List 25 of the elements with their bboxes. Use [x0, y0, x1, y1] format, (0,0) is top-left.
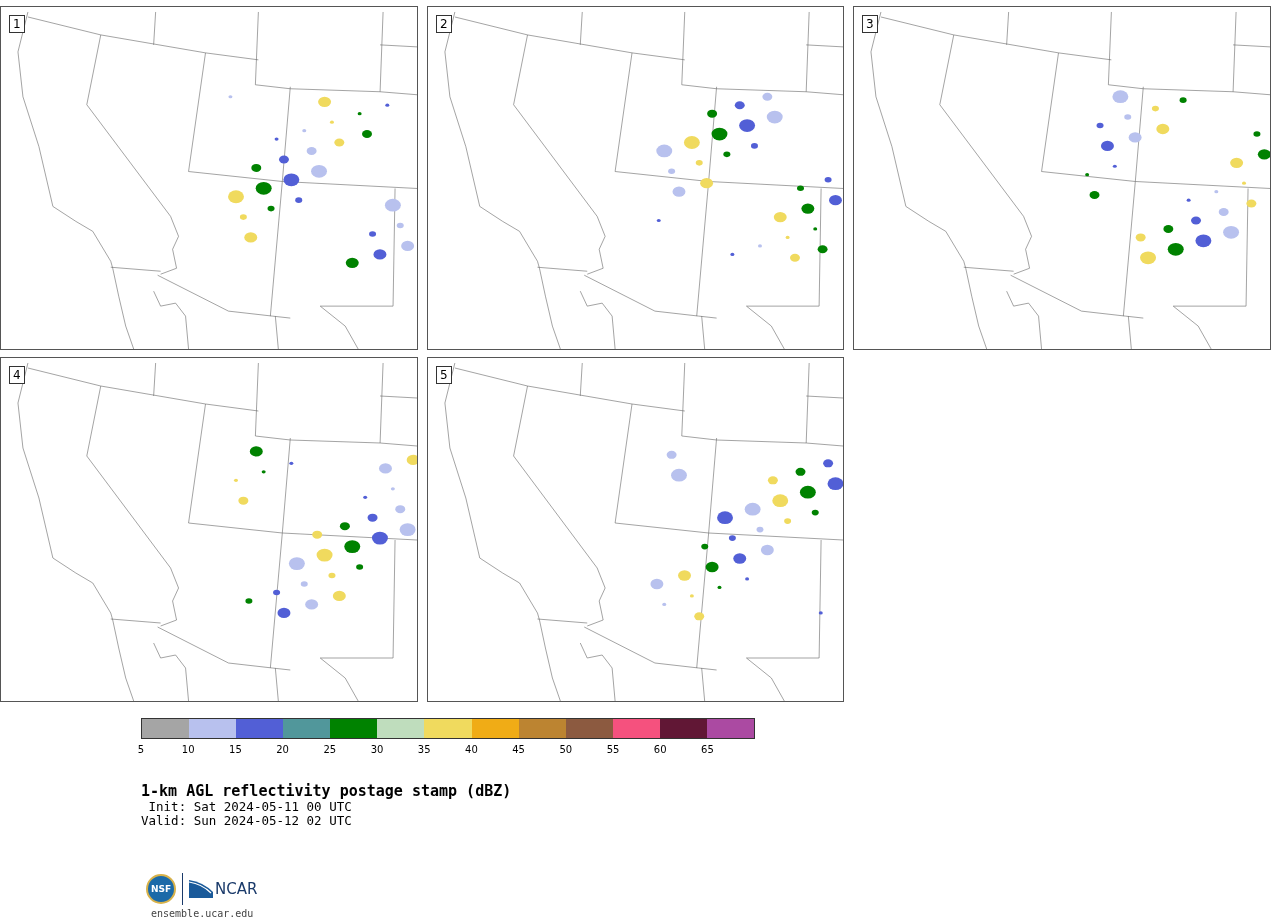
tick-label: 20 [276, 744, 289, 755]
panel-number: 4 [9, 366, 25, 384]
panel-number: 5 [436, 366, 452, 384]
tick-label: 5 [137, 744, 145, 755]
init-time: Init: Sat 2024-05-11 00 UTC [147, 800, 353, 814]
panel-number: 3 [862, 15, 878, 33]
ncar-logo: NCAR [215, 880, 258, 898]
website-url: ensemble.ucar.edu [151, 908, 255, 919]
tick-label: 35 [417, 744, 431, 755]
tick-label: 40 [465, 744, 478, 755]
chart-title: 1-km AGL reflectivity postage stamp (dBZ) [141, 782, 513, 800]
tick-label: 55 [606, 744, 620, 755]
valid-time: Valid: Sun 2024-05-12 02 UTC [141, 814, 353, 828]
tick-label: 30 [370, 744, 384, 755]
tick-label: 45 [512, 744, 525, 755]
panel-number: 2 [436, 15, 452, 33]
tick-label: 10 [181, 744, 195, 755]
tick-label: 50 [559, 744, 573, 755]
tick-label: 15 [229, 744, 242, 755]
tick-label: 60 [653, 744, 667, 755]
panel-number: 1 [9, 15, 25, 33]
nsf-logo: NSF [146, 874, 176, 904]
tick-label: 65 [701, 744, 714, 755]
swoosh-icon [189, 880, 213, 898]
tick-label: 25 [323, 744, 337, 755]
